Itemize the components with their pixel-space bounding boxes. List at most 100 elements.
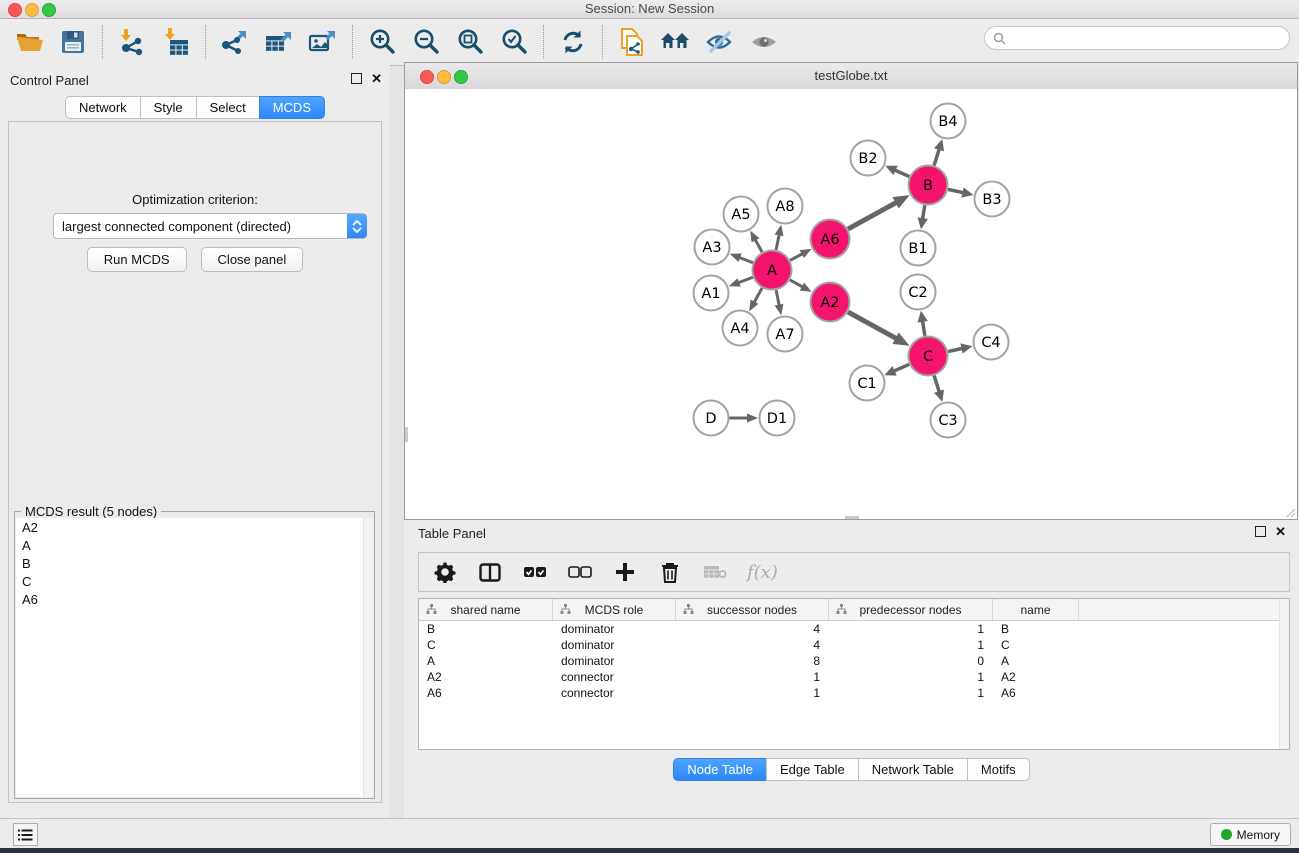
show-columns-icon[interactable] — [477, 559, 503, 585]
edge-A-A8[interactable] — [776, 233, 779, 249]
tab-motifs[interactable]: Motifs — [967, 758, 1030, 781]
table-cell[interactable]: 8 — [676, 654, 829, 668]
zoom-out-icon[interactable] — [410, 26, 442, 58]
network-canvas[interactable]: B4B2BB3A8A5A6A3B1AA1C2A2A4A7C4CC1C3DD1 — [405, 89, 1297, 519]
zoom-in-icon[interactable] — [366, 26, 398, 58]
column-header-successor-nodes[interactable]: successor nodes — [676, 599, 829, 620]
node-table[interactable]: shared nameMCDS rolesuccessor nodesprede… — [418, 598, 1290, 750]
close-table-panel-icon[interactable]: ✕ — [1275, 527, 1286, 536]
table-cell[interactable]: dominator — [553, 622, 676, 636]
edge-A-A1[interactable] — [737, 277, 753, 283]
add-column-icon[interactable] — [612, 559, 638, 585]
edge-A-A2[interactable] — [790, 280, 804, 288]
edge-A-A7[interactable] — [776, 290, 779, 306]
table-cell[interactable]: connector — [553, 686, 676, 700]
table-cell[interactable]: A2 — [993, 670, 1079, 684]
tab-style[interactable]: Style — [140, 96, 197, 119]
table-cell[interactable]: A2 — [419, 670, 553, 684]
close-window-button[interactable] — [8, 3, 22, 17]
edge-B-B2[interactable] — [894, 170, 910, 177]
edge-A-A4[interactable] — [754, 288, 763, 304]
edge-A2-C[interactable] — [848, 312, 897, 339]
result-item[interactable]: B — [16, 554, 373, 572]
tab-edge-table[interactable]: Edge Table — [766, 758, 859, 781]
table-cell[interactable]: B — [993, 622, 1079, 636]
zoom-window-button[interactable] — [42, 3, 56, 17]
table-cell[interactable]: 1 — [829, 686, 993, 700]
table-cell[interactable]: B — [419, 622, 553, 636]
table-cell[interactable]: 4 — [676, 622, 829, 636]
export-table-icon[interactable] — [263, 26, 295, 58]
result-scrollbar[interactable] — [363, 518, 373, 797]
close-panel-button[interactable]: Close panel — [201, 247, 304, 272]
column-header-name[interactable]: name — [993, 599, 1079, 620]
edge-C-C4[interactable] — [948, 348, 963, 351]
column-header-MCDS-role[interactable]: MCDS role — [553, 599, 676, 620]
edge-A-A3[interactable] — [738, 257, 753, 263]
task-history-button[interactable] — [13, 823, 38, 846]
table-cell[interactable]: A — [419, 654, 553, 668]
result-item[interactable]: A — [16, 536, 373, 554]
table-cell[interactable]: 1 — [829, 670, 993, 684]
edge-C-C3[interactable] — [934, 376, 939, 394]
edge-B-B1[interactable] — [922, 205, 924, 220]
table-settings-icon[interactable] — [432, 559, 458, 585]
table-cell[interactable]: A6 — [993, 686, 1079, 700]
table-cell[interactable]: 1 — [829, 638, 993, 652]
table-cell[interactable]: 1 — [676, 670, 829, 684]
table-cell[interactable]: connector — [553, 670, 676, 684]
network-window-titlebar[interactable]: testGlobe.txt — [405, 63, 1297, 90]
table-row[interactable]: Adominator80A — [419, 653, 1289, 669]
show-all-icon[interactable] — [748, 26, 780, 58]
tab-node-table[interactable]: Node Table — [673, 758, 767, 781]
minimize-window-button[interactable] — [25, 3, 39, 17]
new-network-from-selection-icon[interactable] — [616, 26, 648, 58]
refresh-layout-icon[interactable] — [557, 26, 589, 58]
tab-select[interactable]: Select — [196, 96, 260, 119]
function-builder-icon[interactable]: f(x) — [747, 562, 778, 583]
table-cell[interactable]: 0 — [829, 654, 993, 668]
select-all-columns-icon[interactable] — [522, 559, 548, 585]
criterion-dropdown[interactable]: largest connected component (directed) — [53, 213, 367, 239]
save-session-icon[interactable] — [57, 26, 89, 58]
first-neighbors-icon[interactable] — [660, 26, 692, 58]
network-graph[interactable]: B4B2BB3A8A5A6A3B1AA1C2A2A4A7C4CC1C3DD1 — [405, 89, 1297, 519]
edge-C-C2[interactable] — [922, 320, 924, 336]
zoom-selected-icon[interactable] — [498, 26, 530, 58]
mcds-result-list[interactable]: A2ABCA6 — [16, 518, 373, 797]
export-image-icon[interactable] — [307, 26, 339, 58]
result-item[interactable]: C — [16, 572, 373, 590]
table-cell[interactable]: 1 — [676, 686, 829, 700]
open-session-icon[interactable] — [13, 26, 45, 58]
delete-column-icon[interactable] — [657, 559, 683, 585]
export-network-icon[interactable] — [219, 26, 251, 58]
run-mcds-button[interactable]: Run MCDS — [87, 247, 187, 272]
hide-selected-icon[interactable] — [704, 26, 736, 58]
resize-grip-icon[interactable] — [1284, 506, 1296, 518]
edge-A-A6[interactable] — [790, 253, 803, 260]
table-cell[interactable]: A6 — [419, 686, 553, 700]
table-scrollbar[interactable] — [1279, 599, 1289, 749]
import-table-icon[interactable] — [160, 26, 192, 58]
search-field[interactable] — [984, 26, 1290, 50]
edge-A6-B[interactable] — [848, 202, 897, 229]
net-close-button[interactable] — [420, 70, 434, 84]
float-panel-icon[interactable] — [351, 73, 362, 84]
table-row[interactable]: A6connector11A6 — [419, 685, 1289, 701]
result-item[interactable]: A6 — [16, 590, 373, 608]
table-cell[interactable]: C — [419, 638, 553, 652]
table-cell[interactable]: dominator — [553, 638, 676, 652]
table-cell[interactable]: C — [993, 638, 1079, 652]
import-network-icon[interactable] — [116, 26, 148, 58]
tab-network-table[interactable]: Network Table — [858, 758, 968, 781]
net-zoom-button[interactable] — [454, 70, 468, 84]
zoom-fit-icon[interactable] — [454, 26, 486, 58]
edge-A-A5[interactable] — [755, 238, 763, 252]
column-header-predecessor-nodes[interactable]: predecessor nodes — [829, 599, 993, 620]
canvas-vscroll-thumb[interactable] — [405, 427, 408, 442]
table-cell[interactable]: dominator — [553, 654, 676, 668]
edge-B-B3[interactable] — [948, 189, 964, 193]
net-minimize-button[interactable] — [437, 70, 451, 84]
table-cell[interactable]: 1 — [829, 622, 993, 636]
table-row[interactable]: Cdominator41C — [419, 637, 1289, 653]
